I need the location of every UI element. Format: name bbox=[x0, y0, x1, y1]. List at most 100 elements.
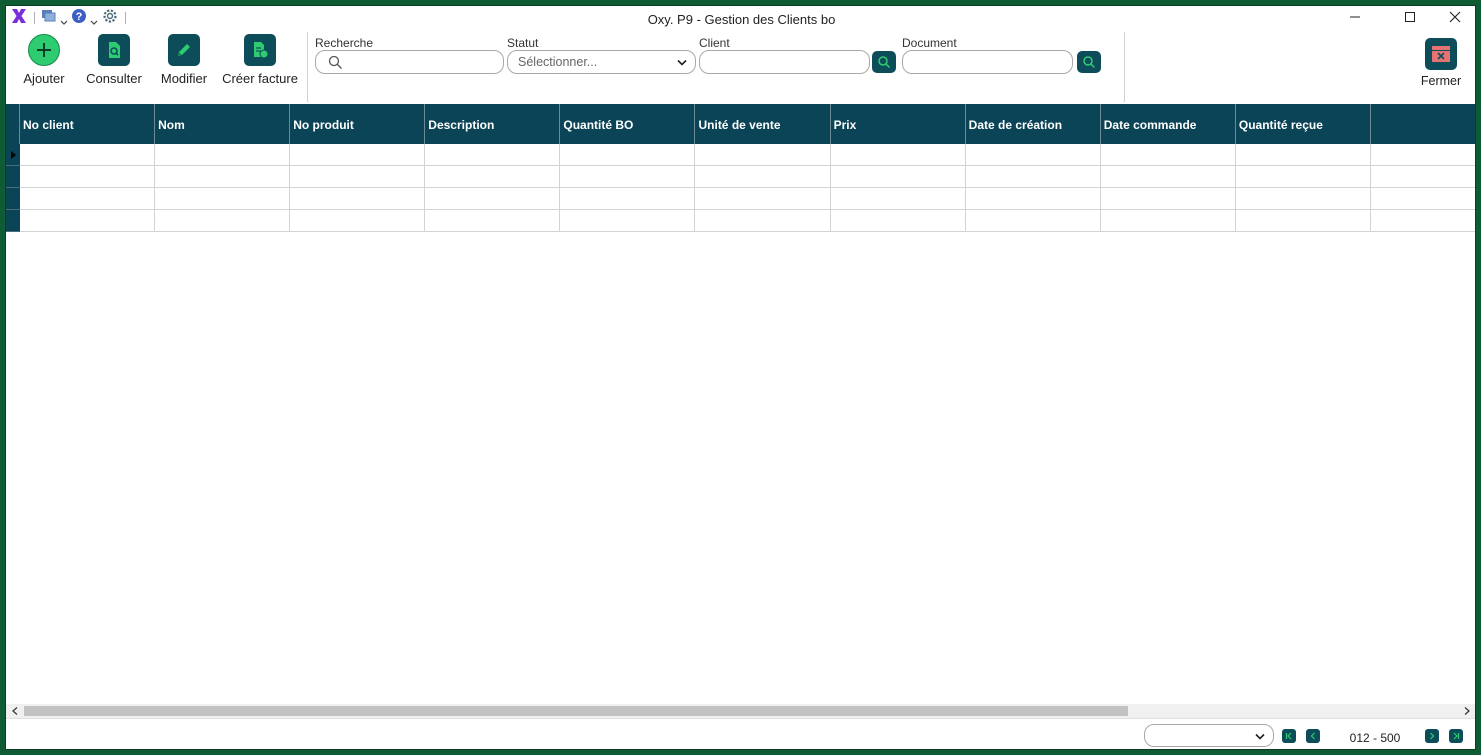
table-cell[interactable] bbox=[290, 210, 426, 232]
toolbar-separator bbox=[1124, 32, 1125, 102]
row-header[interactable] bbox=[6, 166, 20, 188]
column-header-name[interactable]: Nom bbox=[155, 104, 291, 144]
row-header[interactable] bbox=[6, 210, 20, 232]
table-row[interactable] bbox=[6, 188, 1475, 210]
table-cell[interactable] bbox=[425, 210, 561, 232]
table-cell[interactable] bbox=[1370, 144, 1475, 166]
previous-page-button[interactable] bbox=[1306, 729, 1320, 743]
column-header-received-quantity[interactable]: Quantité reçue bbox=[1236, 104, 1371, 144]
table-cell[interactable] bbox=[830, 188, 966, 210]
status-placeholder: Sélectionner... bbox=[518, 55, 598, 69]
table-cell[interactable] bbox=[695, 144, 831, 166]
minimize-button[interactable] bbox=[1332, 6, 1378, 28]
client-input[interactable] bbox=[699, 50, 870, 74]
table-cell[interactable] bbox=[1100, 144, 1236, 166]
close-window-button[interactable] bbox=[1432, 6, 1475, 28]
last-page-icon bbox=[1453, 732, 1460, 740]
table-cell[interactable] bbox=[965, 166, 1101, 188]
horizontal-scrollbar[interactable] bbox=[6, 704, 1475, 718]
table-cell[interactable] bbox=[560, 188, 696, 210]
table-cell[interactable] bbox=[155, 144, 291, 166]
table-cell[interactable] bbox=[695, 188, 831, 210]
document-label: Document bbox=[902, 36, 957, 50]
last-page-button[interactable] bbox=[1449, 729, 1463, 743]
column-header-order-date[interactable]: Date commande bbox=[1101, 104, 1236, 144]
chevron-right-icon bbox=[1464, 707, 1470, 715]
row-header[interactable] bbox=[6, 144, 20, 166]
table-cell[interactable] bbox=[830, 210, 966, 232]
window-title: Oxy. P9 - Gestion des Clients bo bbox=[647, 12, 836, 27]
add-button[interactable]: Ajouter bbox=[20, 34, 68, 86]
document-input[interactable] bbox=[902, 50, 1073, 74]
table-cell[interactable] bbox=[695, 166, 831, 188]
table-cell[interactable] bbox=[290, 166, 426, 188]
table-cell[interactable] bbox=[1370, 210, 1475, 232]
column-header-bo-quantity[interactable]: Quantité BO bbox=[560, 104, 696, 144]
scrollbar-thumb[interactable] bbox=[24, 706, 1128, 716]
table-cell[interactable] bbox=[290, 144, 426, 166]
table-cell[interactable] bbox=[19, 144, 156, 166]
table-cell[interactable] bbox=[19, 166, 156, 188]
close-folder-icon bbox=[1425, 38, 1457, 70]
first-page-icon bbox=[1285, 732, 1292, 740]
row-header-corner bbox=[6, 104, 21, 144]
table-cell[interactable] bbox=[19, 188, 156, 210]
table-cell[interactable] bbox=[1100, 166, 1236, 188]
table-cell[interactable] bbox=[695, 210, 831, 232]
close-button[interactable]: Fermer bbox=[1414, 38, 1468, 88]
first-page-button[interactable] bbox=[1282, 729, 1296, 743]
table-cell[interactable] bbox=[155, 210, 291, 232]
client-search-button[interactable] bbox=[872, 51, 896, 73]
row-header[interactable] bbox=[6, 188, 20, 210]
column-header-creation-date[interactable]: Date de création bbox=[966, 104, 1101, 144]
table-cell[interactable] bbox=[560, 210, 696, 232]
table-row[interactable] bbox=[6, 144, 1475, 166]
table-row[interactable] bbox=[6, 166, 1475, 188]
table-cell[interactable] bbox=[290, 188, 426, 210]
document-search-button[interactable] bbox=[1077, 51, 1101, 73]
table-cell[interactable] bbox=[1370, 166, 1475, 188]
table-cell[interactable] bbox=[1100, 188, 1236, 210]
table-cell[interactable] bbox=[965, 188, 1101, 210]
table-cell[interactable] bbox=[830, 166, 966, 188]
chevron-down-icon bbox=[677, 59, 687, 66]
table-cell[interactable] bbox=[560, 166, 696, 188]
column-header-product-no[interactable]: No produit bbox=[290, 104, 426, 144]
add-button-label: Ajouter bbox=[23, 71, 65, 86]
edit-button[interactable]: Modifier bbox=[156, 34, 212, 86]
column-header-description[interactable]: Description bbox=[425, 104, 561, 144]
scroll-left-button[interactable] bbox=[9, 706, 21, 716]
column-header-extra[interactable] bbox=[1371, 104, 1475, 144]
table-cell[interactable] bbox=[1370, 188, 1475, 210]
table-cell[interactable] bbox=[155, 166, 291, 188]
column-header-sales-unit[interactable]: Unité de vente bbox=[695, 104, 831, 144]
maximize-button[interactable] bbox=[1387, 6, 1433, 28]
table-cell[interactable] bbox=[1235, 144, 1371, 166]
table-cell[interactable] bbox=[830, 144, 966, 166]
table-cell[interactable] bbox=[425, 166, 561, 188]
table-cell[interactable] bbox=[965, 210, 1101, 232]
search-input[interactable] bbox=[315, 50, 504, 74]
table-cell[interactable] bbox=[1235, 188, 1371, 210]
table-cell[interactable] bbox=[425, 144, 561, 166]
table-cell[interactable] bbox=[965, 144, 1101, 166]
search-label: Recherche bbox=[315, 36, 374, 50]
next-page-button[interactable] bbox=[1425, 729, 1439, 743]
table-cell[interactable] bbox=[1235, 210, 1371, 232]
create-invoice-button[interactable]: Créer facture bbox=[220, 34, 300, 86]
table-cell[interactable] bbox=[155, 188, 291, 210]
table-cell[interactable] bbox=[19, 210, 156, 232]
table-cell[interactable] bbox=[425, 188, 561, 210]
status-select[interactable]: Sélectionner... bbox=[507, 50, 696, 74]
table-cell[interactable] bbox=[1235, 166, 1371, 188]
scroll-right-button[interactable] bbox=[1461, 706, 1473, 716]
table-cell[interactable] bbox=[1100, 210, 1236, 232]
page-size-select[interactable] bbox=[1144, 724, 1274, 747]
minimize-icon bbox=[1350, 16, 1360, 18]
table-cell[interactable] bbox=[560, 144, 696, 166]
consult-button[interactable]: Consulter bbox=[84, 34, 144, 86]
column-header-price[interactable]: Prix bbox=[831, 104, 966, 144]
data-grid[interactable]: No client Nom No produit Description Qua… bbox=[6, 104, 1475, 704]
column-header-client-no[interactable]: No client bbox=[20, 104, 156, 144]
table-row[interactable] bbox=[6, 210, 1475, 232]
